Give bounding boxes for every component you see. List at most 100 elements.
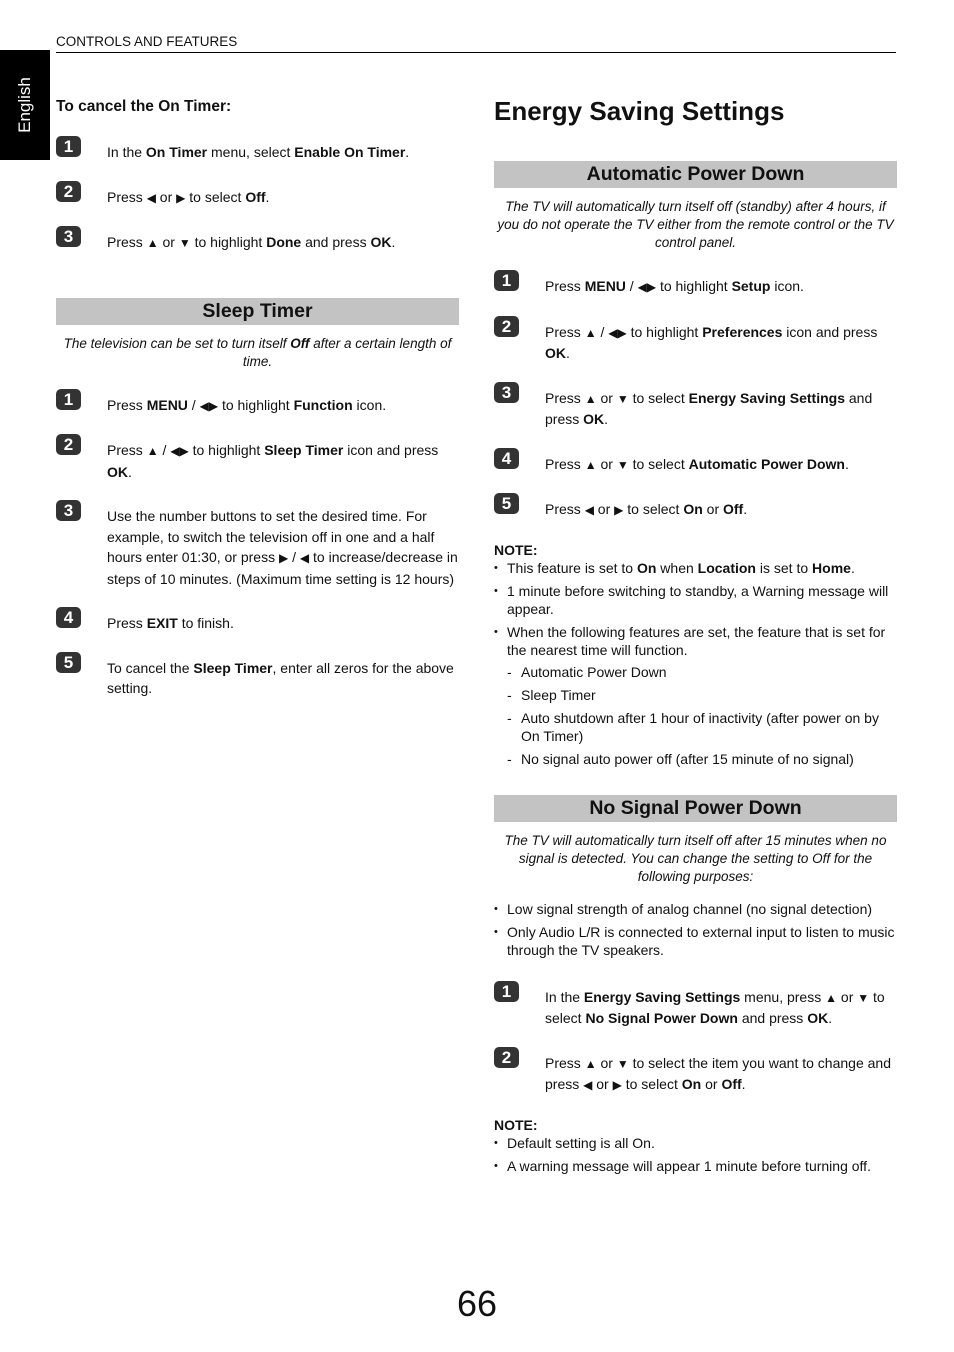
- text: to highlight: [190, 234, 267, 250]
- bold-term: Sleep Timer: [264, 442, 344, 458]
- up-arrow-icon: ▲: [146, 444, 159, 458]
- text: .: [391, 234, 396, 250]
- down-arrow-icon: ▼: [616, 457, 629, 472]
- text: .: [844, 455, 849, 472]
- text: .: [828, 1010, 833, 1026]
- page-title: Energy Saving Settings: [494, 96, 785, 126]
- text: icon.: [352, 396, 387, 413]
- text: .: [743, 501, 748, 517]
- down-arrow-icon: ▼: [178, 236, 191, 250]
- step-number-badge: 2: [494, 1046, 519, 1068]
- down-arrow-icon: ▼: [616, 391, 629, 406]
- step-number-badge: 3: [56, 500, 81, 521]
- up-arrow-icon: ▲: [584, 457, 597, 472]
- text: to select: [623, 501, 684, 517]
- text: or: [702, 501, 723, 517]
- bold-term: Sleep Timer: [193, 659, 273, 676]
- sleep-timer-steps: 1 Press MENU / ◀▶ to highlight Function i…: [56, 388, 459, 699]
- left-right-arrows-icon: ◀▶: [170, 444, 189, 458]
- bold-term: MENU: [584, 278, 626, 294]
- bold-term: Off: [290, 335, 310, 351]
- note-item: This feature is set to On when Location …: [494, 559, 897, 577]
- step-number-badge: 2: [56, 434, 81, 455]
- text: when: [656, 559, 698, 576]
- bold-term: OK: [583, 411, 605, 427]
- text: icon.: [770, 278, 804, 294]
- right-arrow-icon: ▶: [614, 503, 624, 517]
- bold-term: Off: [245, 188, 266, 205]
- text: or: [158, 234, 179, 250]
- text: to select: [185, 188, 246, 205]
- text: Press: [545, 501, 585, 517]
- left-arrow-icon: ◀: [299, 551, 310, 565]
- bold-term: OK: [545, 345, 566, 361]
- right-arrow-icon: ▶: [612, 1078, 622, 1092]
- language-label: English: [15, 77, 34, 133]
- left-right-arrows-icon: ◀▶: [637, 280, 657, 294]
- text: .: [741, 1076, 746, 1092]
- step-item: 3 Press ▲ or ▼ to highlight Done and pres…: [56, 226, 459, 254]
- right-column: Energy Saving Settings Automatic Power D…: [494, 94, 897, 1180]
- sub-note-item: Automatic Power Down: [507, 663, 897, 681]
- left-arrow-icon: ◀: [583, 1078, 593, 1092]
- step-item: 3 Press ▲ or ▼ to select Energy Saving Se…: [494, 381, 897, 430]
- text: Press: [545, 455, 585, 472]
- no-signal-heading: No Signal Power Down: [494, 794, 897, 822]
- text: 1 minute before switching to standby, a …: [507, 582, 889, 617]
- bold-term: Energy Saving Settings: [688, 389, 845, 406]
- step-item: 1 In the On Timer menu, select Enable On …: [56, 136, 459, 163]
- text: menu, press: [740, 988, 826, 1005]
- text: and press: [737, 1010, 808, 1026]
- text: to select: [628, 455, 689, 472]
- language-tab: English: [0, 50, 50, 160]
- bold-term: Location: [697, 559, 756, 576]
- bold-term: OK: [370, 234, 392, 250]
- right-arrow-icon: ▶: [176, 190, 186, 205]
- no-signal-intro: The TV will automatically turn itself of…: [504, 832, 887, 884]
- bold-term: Off: [721, 1076, 742, 1092]
- text: or: [701, 1076, 722, 1092]
- text: .: [128, 463, 132, 480]
- auto-power-down-notes: This feature is set to On when Location …: [494, 559, 897, 768]
- bold-term: On: [681, 1076, 702, 1092]
- text: icon and press: [343, 442, 439, 458]
- left-column: To cancel the On Timer: 1 In the On Timer…: [56, 98, 459, 723]
- step-item: 1 Press MENU / ◀▶ to highlight Function i…: [56, 388, 459, 417]
- text: or: [596, 455, 617, 472]
- bold-term: MENU: [146, 396, 188, 413]
- text: Press: [545, 389, 585, 406]
- step-number-badge: 1: [494, 270, 519, 291]
- up-arrow-icon: ▲: [146, 236, 159, 250]
- text: icon and press: [782, 323, 878, 340]
- sub-note-item: No signal auto power off (after 15 minut…: [507, 750, 897, 768]
- sub-note-item: Sleep Timer: [507, 686, 897, 704]
- text: to select: [621, 1076, 682, 1092]
- step-item: 1 Press MENU / ◀▶ to highlight Setup icon…: [494, 270, 897, 298]
- step-number-badge: 4: [56, 607, 81, 628]
- step-number-badge: 3: [56, 226, 81, 247]
- text: Press: [545, 323, 585, 340]
- auto-power-down-steps: 1 Press MENU / ◀▶ to highlight Setup icon…: [494, 270, 897, 521]
- text: or: [592, 1076, 613, 1092]
- down-arrow-icon: ▼: [857, 990, 870, 1005]
- bold-term: EXIT: [146, 615, 178, 631]
- text: to highlight: [218, 396, 294, 413]
- bold-term: OK: [807, 1010, 829, 1026]
- text: menu, select: [207, 144, 295, 160]
- text: or: [837, 988, 858, 1005]
- step-number-badge: 2: [494, 315, 519, 337]
- step-item: 2 Press ▲ / ◀▶ to highlight Preferences i…: [494, 315, 897, 364]
- text: .: [405, 144, 410, 160]
- bold-term: On: [683, 501, 703, 517]
- text: Press: [545, 1054, 585, 1071]
- note-item: Only Audio L/R is connected to external …: [494, 923, 897, 959]
- left-right-arrows-icon: ◀▶: [199, 398, 219, 413]
- step-item: 3 Use the number buttons to set the desir…: [56, 500, 459, 589]
- bold-term: Energy Saving Settings: [583, 988, 741, 1005]
- text: or: [155, 188, 177, 205]
- sleep-timer-heading: Sleep Timer: [56, 297, 459, 325]
- left-arrow-icon: ◀: [146, 190, 156, 205]
- step-number-badge: 1: [56, 136, 81, 157]
- text: In the: [545, 988, 584, 1005]
- note-label: NOTE:: [494, 541, 538, 558]
